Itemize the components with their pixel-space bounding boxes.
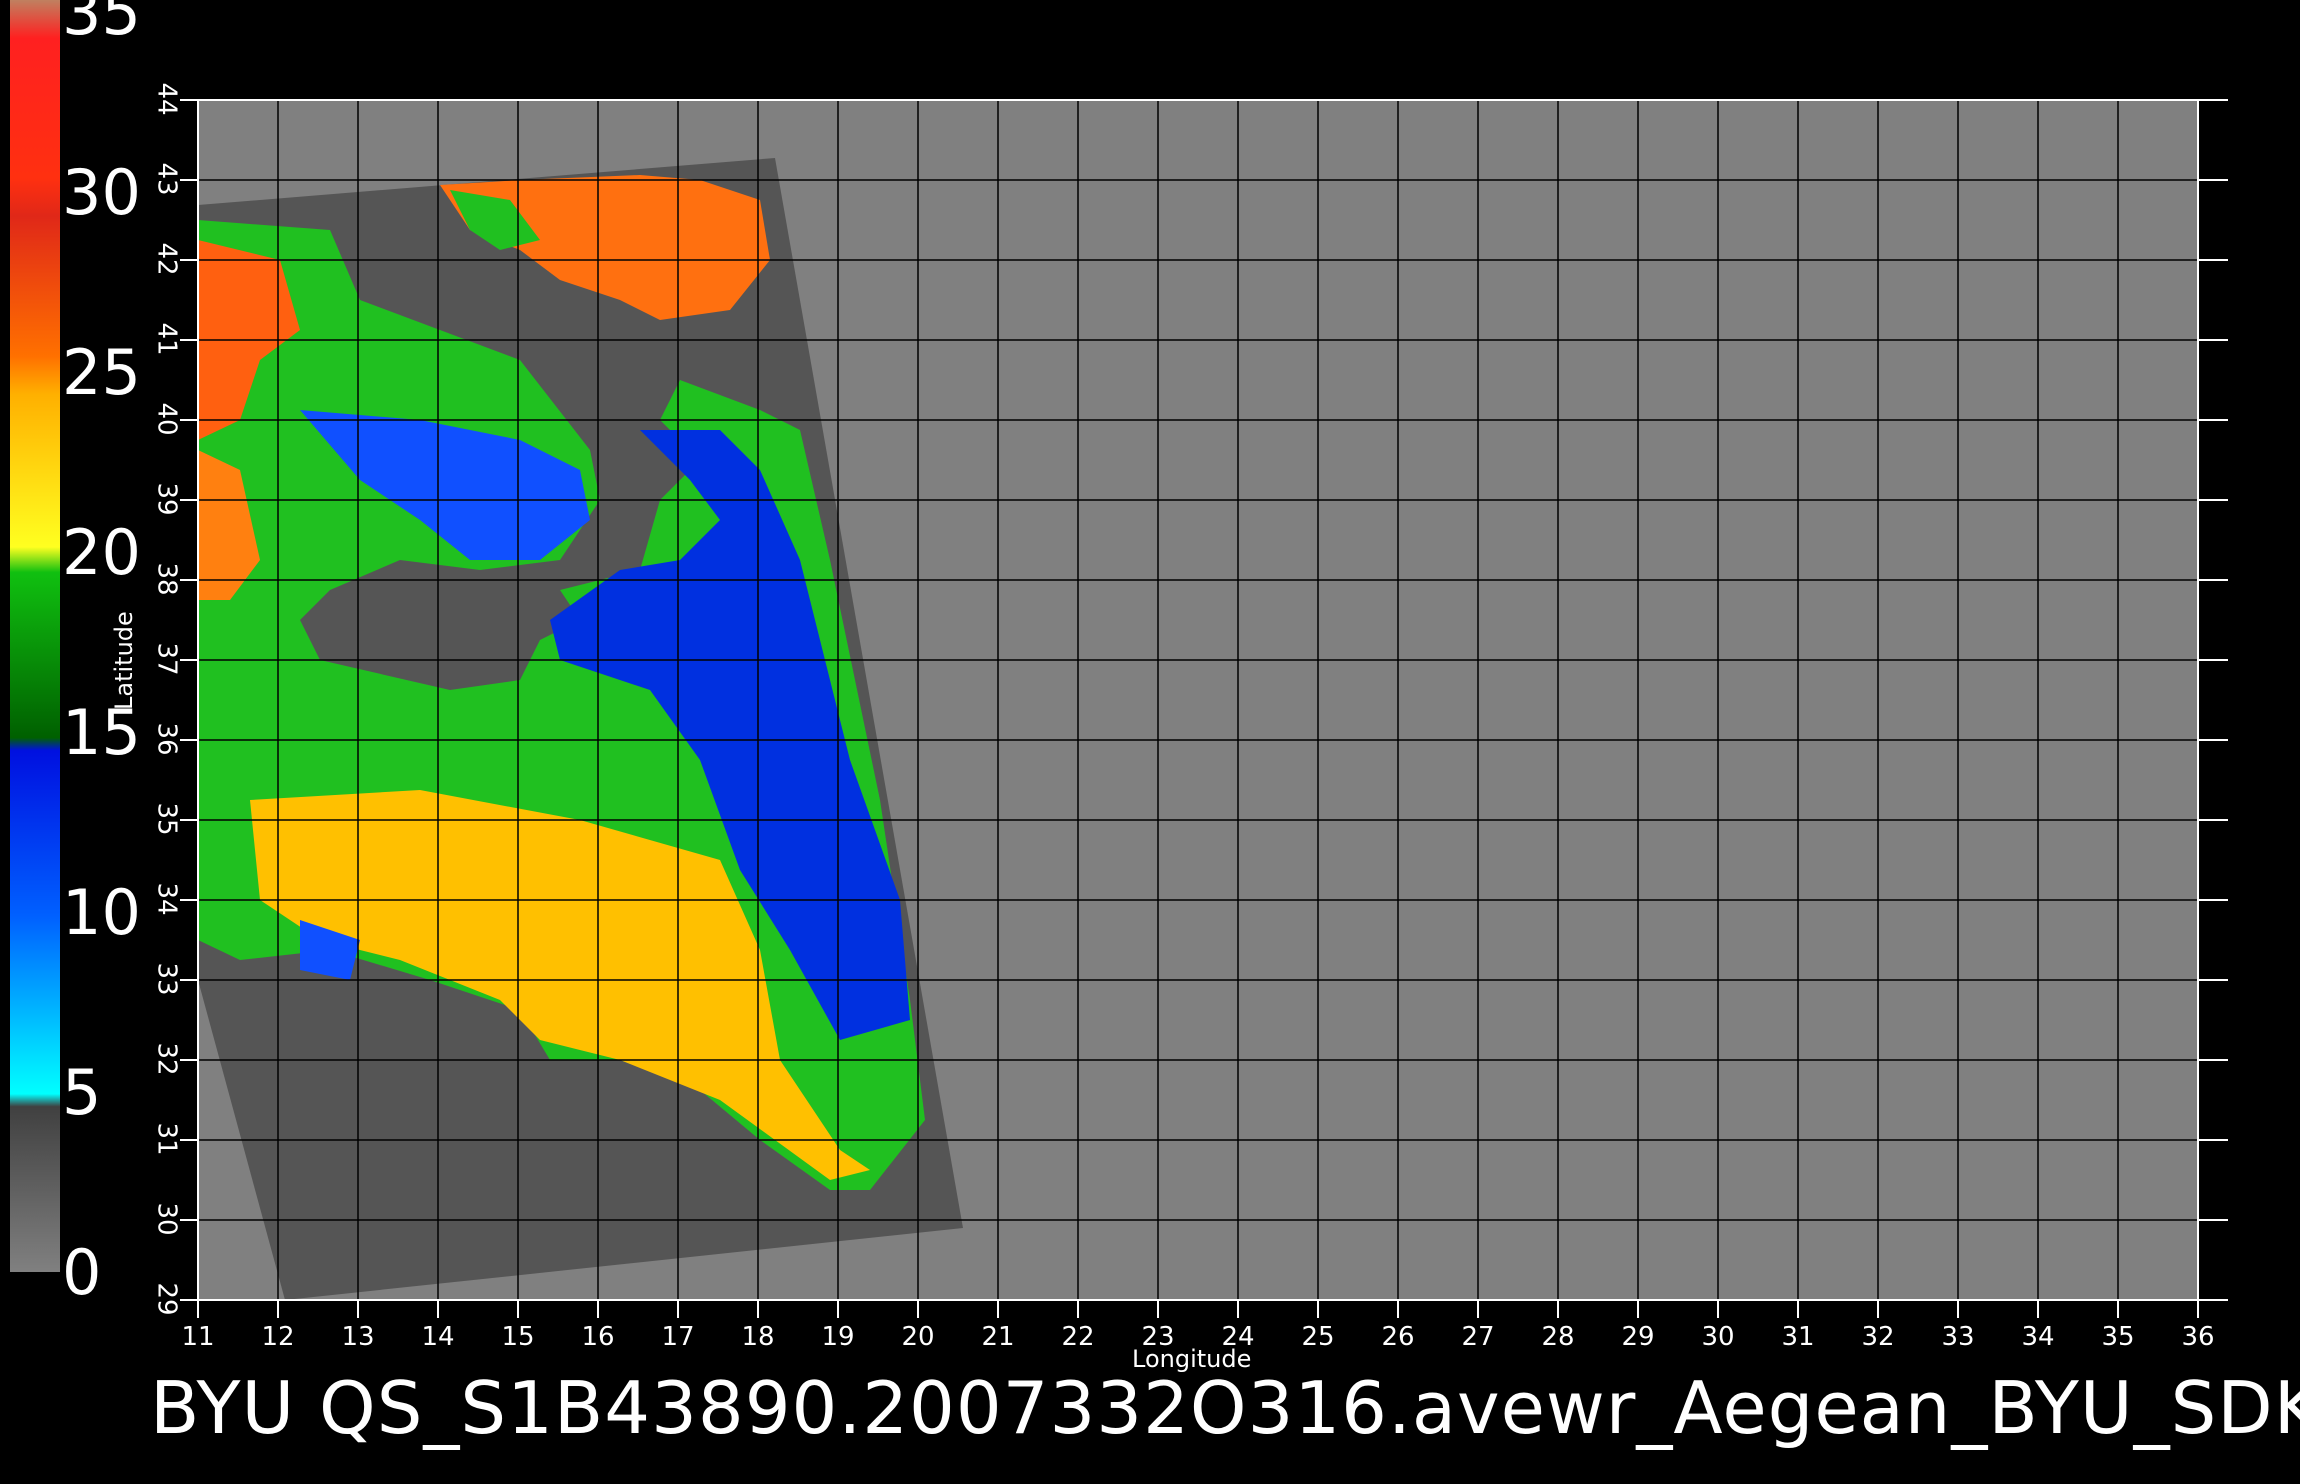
colorbar-label: 25 <box>62 336 141 409</box>
colorbar-label: 5 <box>62 1056 102 1129</box>
x-tick-label: 28 <box>1541 1322 1575 1352</box>
x-tick-label: 29 <box>1621 1322 1655 1352</box>
x-tick-label: 35 <box>2101 1322 2135 1352</box>
x-tick-label: 12 <box>261 1322 295 1352</box>
x-tick-label: 36 <box>2181 1322 2215 1352</box>
y-tick-label: 33 <box>151 962 182 996</box>
colorbar-label: 20 <box>62 516 141 589</box>
y-tick-label: 36 <box>151 722 182 756</box>
x-tick-label: 21 <box>981 1322 1015 1352</box>
x-tick-label: 16 <box>581 1322 615 1352</box>
y-tick-label: 39 <box>151 482 182 516</box>
colorbar <box>10 0 60 1272</box>
x-tick-label: 32 <box>1861 1322 1895 1352</box>
y-tick-label: 44 <box>151 82 182 116</box>
colorbar-label: 35 <box>62 0 141 49</box>
colorbar-label: 15 <box>62 696 141 769</box>
y-tick-label: 32 <box>151 1042 182 1076</box>
x-tick-label: 13 <box>341 1322 375 1352</box>
x-tick-label: 30 <box>1701 1322 1735 1352</box>
colorbar-label: 30 <box>62 156 141 229</box>
x-tick-label: 18 <box>741 1322 775 1352</box>
x-tick-label: 27 <box>1461 1322 1495 1352</box>
y-tick-label: 41 <box>151 322 182 356</box>
footer-title: BYU QS_S1B43890.2007332O316.avewr_Aegean… <box>150 1366 2300 1450</box>
map-figure: 35 30 25 20 15 10 5 0 11 12 13 14 15 16 17 18 19 20 21 22 2… <box>0 0 2300 1480</box>
map-canvas <box>10 0 2228 1318</box>
y-tick-label: 35 <box>151 802 182 836</box>
x-tick-label: 20 <box>901 1322 935 1352</box>
x-tick-label: 19 <box>821 1322 855 1352</box>
x-tick-label: 31 <box>1781 1322 1815 1352</box>
y-tick-label: 34 <box>151 882 182 916</box>
y-tick-label: 43 <box>151 162 182 196</box>
x-tick-label: 26 <box>1381 1322 1415 1352</box>
y-axis-label: Latitude <box>110 611 138 710</box>
colorbar-label: 10 <box>62 876 141 949</box>
y-tick-label: 42 <box>151 242 182 276</box>
y-tick-label: 37 <box>151 642 182 676</box>
x-tick-label: 17 <box>661 1322 695 1352</box>
y-tick-label: 40 <box>151 402 182 436</box>
x-tick-label: 14 <box>421 1322 455 1352</box>
x-tick-label: 15 <box>501 1322 535 1352</box>
y-tick-label: 38 <box>151 562 182 596</box>
x-tick-label: 11 <box>181 1322 215 1352</box>
colorbar-label: 0 <box>62 1236 102 1309</box>
x-tick-label: 34 <box>2021 1322 2055 1352</box>
y-tick-label: 29 <box>151 1282 182 1316</box>
x-tick-label: 22 <box>1061 1322 1095 1352</box>
y-tick-label: 31 <box>151 1122 182 1156</box>
x-tick-label: 33 <box>1941 1322 1975 1352</box>
y-tick-label: 30 <box>151 1202 182 1236</box>
x-tick-label: 25 <box>1301 1322 1335 1352</box>
